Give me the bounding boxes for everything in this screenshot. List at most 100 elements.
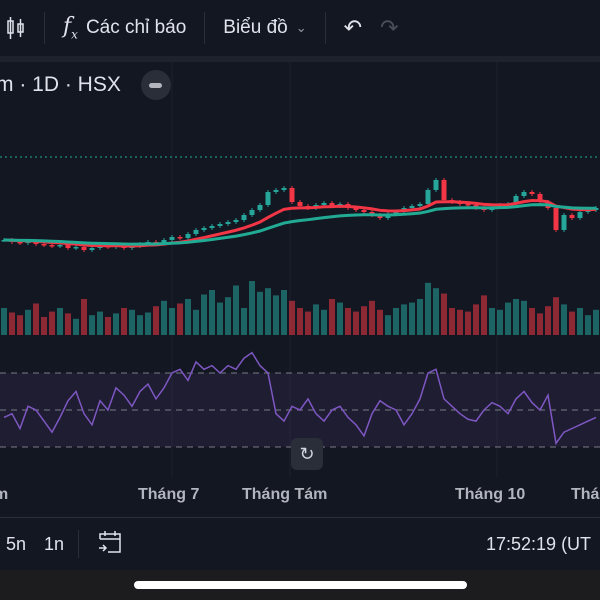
volume-bar	[153, 306, 159, 335]
volume-bar	[361, 306, 367, 335]
redo-button[interactable]: ↷	[380, 0, 398, 56]
volume-bar	[297, 308, 303, 335]
volume-bar	[57, 308, 63, 335]
volume-bar	[385, 315, 391, 335]
go-to-date-button[interactable]	[97, 529, 123, 560]
volume-bar	[241, 308, 247, 335]
volume-bar	[73, 318, 79, 335]
chart-label: Biểu đồ	[223, 17, 288, 38]
candle	[521, 192, 527, 196]
function-icon: fx	[63, 14, 78, 42]
volume-bar	[529, 308, 535, 335]
volume-bar	[225, 297, 231, 335]
chart-type-button[interactable]	[0, 0, 44, 56]
bottom-bar: 5n 1n 17:52:19 (UT	[0, 517, 600, 570]
candle	[89, 248, 95, 250]
volume-bar	[537, 313, 543, 335]
volume-bar	[497, 309, 503, 335]
volume-bar	[369, 300, 375, 335]
price-chart[interactable]	[0, 62, 600, 477]
calendar-icon	[99, 530, 121, 553]
candle	[193, 230, 199, 234]
volume-bar	[89, 315, 95, 335]
volume-bar	[161, 300, 167, 335]
volume-bar	[41, 317, 47, 335]
undo-icon: ↶	[343, 15, 363, 40]
symbol-legend: m · 1D · HSX	[0, 70, 171, 100]
candles-icon	[7, 17, 24, 39]
range-1n[interactable]: 1n	[44, 534, 64, 555]
volume-bar	[545, 306, 551, 335]
volume-bar	[585, 315, 591, 335]
volume-bar	[473, 304, 479, 335]
volume-bar	[329, 299, 335, 335]
volume-bar	[25, 309, 31, 335]
candle	[433, 180, 439, 190]
candle	[561, 215, 567, 230]
volume-bar	[233, 285, 239, 335]
indicators-label: Các chỉ báo	[85, 17, 187, 38]
candle	[281, 188, 287, 190]
candle	[201, 228, 207, 230]
volume-bar	[313, 304, 319, 335]
volume-bar	[577, 308, 583, 335]
candle	[169, 237, 175, 240]
volume-bar	[321, 309, 327, 335]
volume-bar	[273, 295, 279, 335]
collapse-legend-button[interactable]	[140, 70, 171, 100]
candle	[417, 204, 423, 206]
volume-bar	[513, 299, 519, 335]
volume-bar	[65, 313, 71, 335]
indicators-button[interactable]: fx Các chỉ báo	[45, 0, 204, 56]
candle	[569, 215, 575, 218]
undo-button[interactable]: ↶	[326, 0, 380, 56]
time-label: Tháng 10	[455, 486, 526, 503]
reset-icon: ↻	[299, 443, 315, 464]
volume-bar	[1, 308, 7, 335]
volume-bar	[177, 303, 183, 335]
home-indicator	[134, 581, 467, 589]
volume-bar	[561, 304, 567, 335]
symbol-info: m · 1D · HSX	[0, 73, 121, 96]
volume-bar	[217, 302, 223, 335]
volume-bar	[97, 311, 103, 335]
volume-bar	[281, 290, 287, 335]
volume-bar	[401, 304, 407, 335]
candle	[241, 215, 247, 220]
volume-bar	[449, 308, 455, 335]
candle	[361, 210, 367, 212]
candle	[73, 247, 79, 249]
candle	[289, 188, 295, 202]
volume-bar	[265, 288, 271, 335]
volume-bar	[185, 299, 191, 335]
home-indicator-area	[0, 570, 600, 600]
redo-icon: ↷	[380, 15, 399, 40]
candle	[297, 202, 303, 206]
volume-bar	[9, 312, 15, 335]
volume-bar	[457, 309, 463, 335]
minus-icon	[149, 82, 163, 88]
divider	[78, 530, 80, 558]
volume-bar	[409, 302, 415, 335]
volume-bar	[145, 312, 151, 335]
chart-menu-button[interactable]: Biểu đồ ⌄	[205, 0, 324, 56]
volume-bar	[169, 308, 175, 335]
volume-bar	[553, 297, 559, 335]
candle	[529, 192, 535, 194]
candle	[249, 210, 255, 215]
range-5n[interactable]: 5n	[6, 534, 26, 555]
candle	[441, 180, 447, 200]
candle	[217, 224, 223, 226]
volume-bar	[353, 311, 359, 335]
volume-bar	[305, 311, 311, 335]
volume-bar	[465, 311, 471, 335]
time-label: Tháng Tám	[242, 486, 328, 503]
reset-chart-button[interactable]: ↻	[291, 438, 323, 470]
candle	[49, 245, 55, 247]
volume-bar	[593, 309, 599, 335]
candle	[553, 208, 559, 230]
candle	[265, 192, 271, 205]
volume-bar	[441, 293, 447, 335]
candle	[409, 206, 415, 208]
volume-bar	[113, 313, 119, 335]
